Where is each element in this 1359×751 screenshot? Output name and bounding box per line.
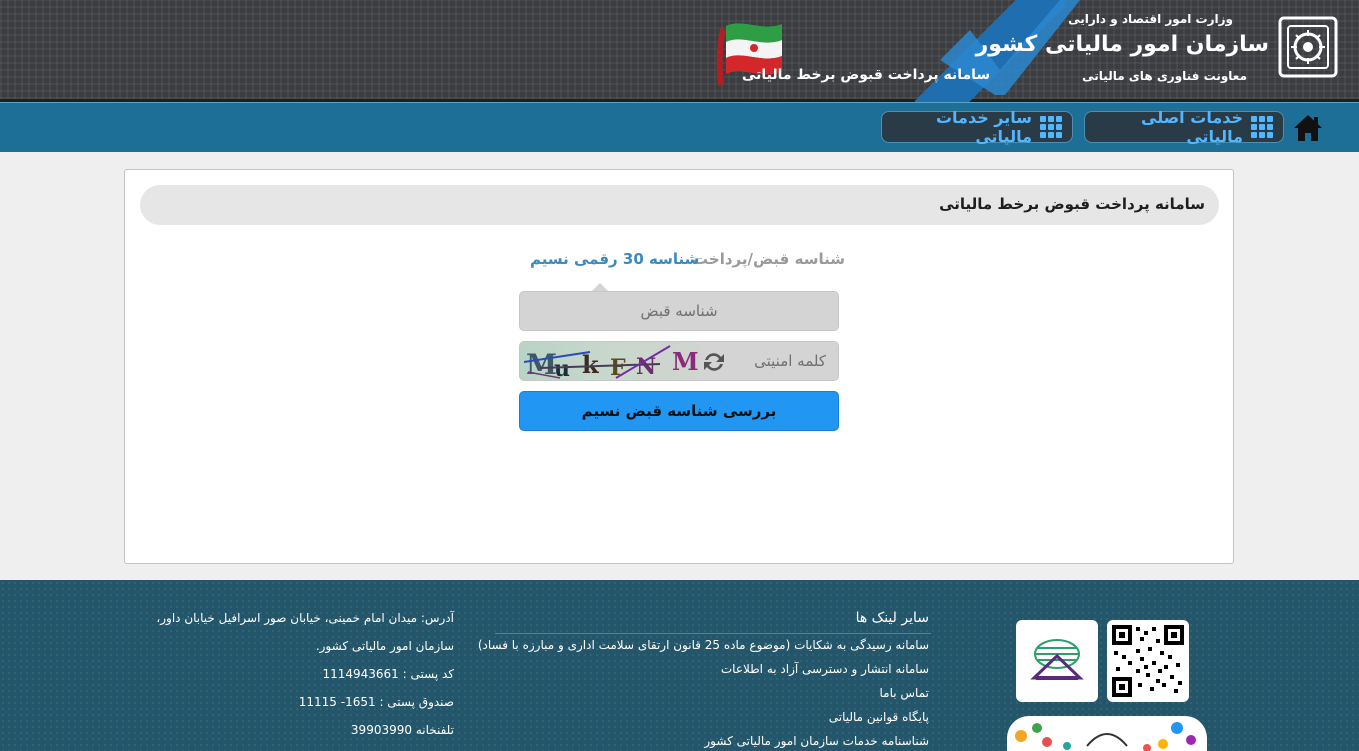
footer-link-tax-laws[interactable]: پایگاه قوانین مالیاتی bbox=[829, 710, 929, 724]
footer-link-information-access[interactable]: سامانه انتشار و دسترسی آزاد به اطلاعات bbox=[721, 662, 929, 676]
main-services-menu[interactable]: خدمات اصلی مالیاتی bbox=[1084, 108, 1284, 146]
home-icon[interactable] bbox=[1292, 113, 1324, 143]
tab-receipt-id[interactable]: شناسه قبض/پرداخت bbox=[693, 250, 845, 268]
main-services-label: خدمات اصلی مالیاتی bbox=[1141, 108, 1243, 146]
footer-link-complaints[interactable]: سامانه رسیدگی به شکایات (موضوع ماده 25 ق… bbox=[478, 638, 929, 652]
site-title: سامانه پرداخت قبوض برخط مالیاتی bbox=[742, 67, 991, 83]
footer-postal-code: کد پستی : 1114943661 bbox=[322, 667, 454, 681]
footer-link-contact-us[interactable]: تماس باما bbox=[880, 686, 929, 700]
organization-name: سازمان امور مالیاتی کشور bbox=[975, 32, 1270, 57]
captcha-input[interactable] bbox=[708, 342, 838, 380]
footer-address-line: سازمان امور مالیاتی کشور. bbox=[315, 639, 454, 653]
svg-text:M: M bbox=[672, 347, 699, 376]
footer-links-title: سایر لینک ها bbox=[855, 610, 929, 626]
footer-po-box: صندوق پستی : 1651- 11115 bbox=[298, 695, 454, 709]
captcha-row: M u k F N M bbox=[519, 341, 839, 381]
grid-icon bbox=[1251, 116, 1273, 138]
main-navbar: خدمات اصلی مالیاتی سایر خدمات مالیاتی bbox=[0, 102, 1359, 152]
receipt-id-input[interactable] bbox=[519, 291, 839, 331]
other-services-menu[interactable]: سایر خدمات مالیاتی bbox=[881, 108, 1073, 146]
qr-code[interactable] bbox=[1107, 620, 1189, 702]
footer-links-divider bbox=[495, 633, 931, 634]
svg-text:k: k bbox=[582, 350, 600, 379]
org-emblem-logo[interactable] bbox=[1278, 16, 1338, 78]
other-services-label: سایر خدمات مالیاتی bbox=[935, 108, 1032, 146]
national-portal-badge[interactable] bbox=[1007, 716, 1207, 751]
footer-phone: تلفنخانه 39903990 bbox=[350, 723, 454, 737]
ministry-name: وزارت امور اقتصاد و دارایی bbox=[1068, 12, 1233, 26]
footer-address-line: آدرس: میدان امام خمینی، خیابان صور اسراف… bbox=[156, 611, 454, 625]
payment-card: سامانه پرداخت قبوض برخط مالیاتی شناسه قب… bbox=[124, 169, 1234, 564]
partner-logo[interactable] bbox=[1016, 620, 1098, 702]
svg-text:N: N bbox=[636, 354, 656, 380]
tab-30-digit-nasim[interactable]: شناسه 30 رقمی نسیم bbox=[530, 250, 699, 268]
organization-subtitle: معاونت فناوری های مالیاتی bbox=[1082, 69, 1247, 83]
site-header: وزارت امور اقتصاد و دارایی سازمان امور م… bbox=[0, 0, 1359, 102]
card-title: سامانه پرداخت قبوض برخط مالیاتی bbox=[939, 195, 1205, 213]
captcha-image: M u k F N M bbox=[520, 342, 700, 380]
grid-icon bbox=[1040, 116, 1062, 138]
site-footer: آدرس: میدان امام خمینی، خیابان صور اسراف… bbox=[0, 580, 1359, 751]
footer-link-service-catalog[interactable]: شناسنامه خدمات سازمان امور مالیاتی کشور bbox=[704, 734, 929, 748]
card-title-bar: سامانه پرداخت قبوض برخط مالیاتی bbox=[140, 185, 1219, 225]
check-receipt-button[interactable]: بررسی شناسه قبض نسیم bbox=[519, 391, 839, 431]
